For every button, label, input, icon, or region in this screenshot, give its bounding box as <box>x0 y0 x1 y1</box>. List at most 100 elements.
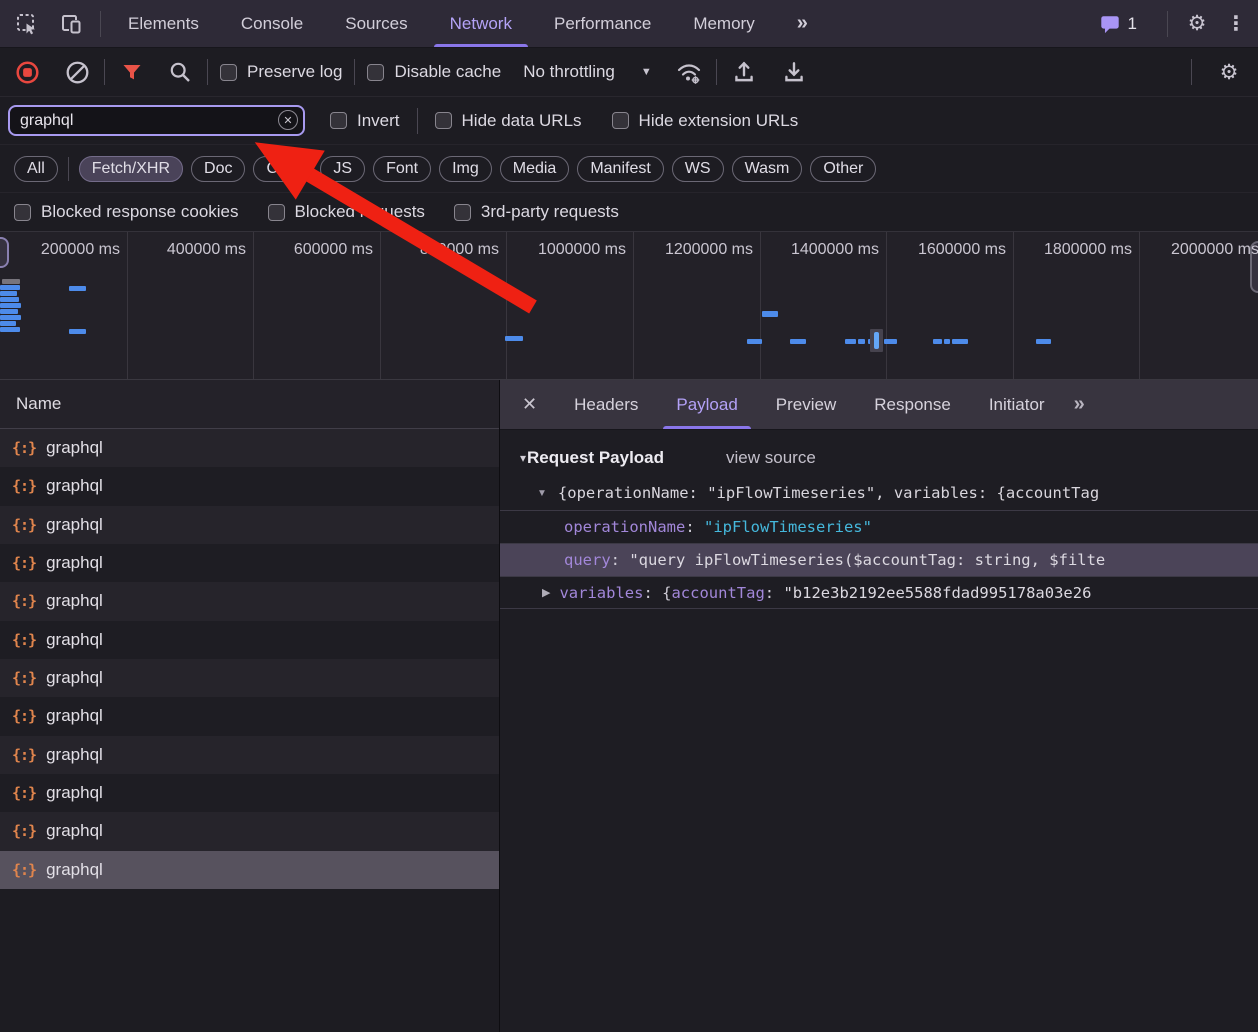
details-tab-headers[interactable]: Headers <box>555 380 657 429</box>
inspect-element-button[interactable] <box>12 9 42 39</box>
close-details-button[interactable]: ✕ <box>500 394 555 415</box>
blocked-requests-toggle[interactable]: Blocked requests <box>267 202 425 222</box>
blocked-response-cookies-checkbox[interactable] <box>14 203 31 221</box>
request-row[interactable]: {:} graphql <box>0 543 499 583</box>
tab-network[interactable]: Network <box>429 0 533 47</box>
filter-chip-media[interactable]: Media <box>499 155 570 182</box>
settings-button[interactable]: ⚙ <box>1182 9 1212 39</box>
toolbar-divider <box>1167 10 1168 37</box>
3rd-party-requests-checkbox[interactable] <box>453 203 471 221</box>
request-row[interactable]: {:} graphql <box>0 697 499 736</box>
network-settings-button[interactable]: ⚙ <box>1214 57 1244 87</box>
waterfall-bar <box>2 279 20 284</box>
request-row[interactable]: {:} graphql <box>0 812 499 851</box>
disable-cache-checkbox[interactable] <box>367 63 385 81</box>
network-overview-timeline[interactable]: 200000 ms 400000 ms 600000 ms 800000 ms 1000… <box>0 232 1258 380</box>
request-row[interactable]: {:} graphql <box>0 429 499 468</box>
details-tab-payload[interactable]: Payload <box>657 380 756 429</box>
network-conditions-button[interactable] <box>674 57 704 87</box>
more-panels-chevron-icon[interactable]: » <box>776 0 829 47</box>
request-row[interactable]: {:} graphql <box>0 735 499 774</box>
device-toolbar-button[interactable] <box>56 9 86 39</box>
expand-triangle-icon[interactable]: ▼ <box>537 488 547 499</box>
payload-row[interactable]: operationName: "ipFlowTimeseries" <box>500 510 1258 543</box>
view-source-link[interactable]: view source <box>726 448 816 468</box>
filter-chip-img[interactable]: Img <box>439 155 492 182</box>
request-row[interactable]: {:} graphql <box>0 850 499 889</box>
preserve-log-checkbox[interactable] <box>220 63 237 81</box>
kebab-menu-button[interactable]: ⋮ <box>1226 11 1246 36</box>
payload-token-key: operationName <box>564 518 686 536</box>
throttling-select[interactable]: No throttling ▼ <box>523 62 652 82</box>
payload-token-val: "query ipFlowTimeseries($accountTag: str… <box>629 551 1106 569</box>
tab-elements[interactable]: Elements <box>107 0 220 47</box>
import-har-button[interactable] <box>729 57 759 87</box>
issues-button[interactable]: 1 <box>1099 13 1137 35</box>
hide-extension-urls-checkbox[interactable] <box>611 112 629 129</box>
name-column-header[interactable]: Name <box>0 380 499 429</box>
request-row[interactable]: {:} graphql <box>0 620 499 659</box>
json-braces-icon: {:} <box>12 822 37 841</box>
filter-input[interactable] <box>10 111 303 130</box>
message-bubble-icon <box>1100 15 1119 33</box>
tab-memory[interactable]: Memory <box>672 0 775 47</box>
tab-sources[interactable]: Sources <box>324 0 428 47</box>
filter-chip-doc[interactable]: Doc <box>191 155 246 182</box>
request-row[interactable]: {:} graphql <box>0 773 499 813</box>
payload-row[interactable]: ▶ variables: {accountTag: "b12e3b2192ee55… <box>500 576 1258 609</box>
waterfall-bar <box>0 285 20 290</box>
chevron-down-icon: ▼ <box>640 66 652 78</box>
blocked-requests-checkbox[interactable] <box>267 203 285 221</box>
preserve-log-toggle[interactable]: Preserve log <box>220 62 342 82</box>
request-type-filters: All Fetch/XHR Doc CSS JS Font Img Media Manifest… <box>0 145 1258 193</box>
request-row[interactable]: {:} graphql <box>0 467 499 506</box>
3rd-party-requests-toggle[interactable]: 3rd-party requests <box>453 202 619 222</box>
filter-chip-manifest[interactable]: Manifest <box>577 155 664 182</box>
request-row[interactable]: {:} graphql <box>0 505 499 544</box>
upload-icon <box>735 61 753 82</box>
json-braces-icon: {:} <box>12 554 37 573</box>
request-row[interactable]: {:} graphql <box>0 582 499 621</box>
filter-chip-css[interactable]: CSS <box>253 155 313 182</box>
section-collapse-triangle-icon[interactable]: ▾ <box>520 451 526 465</box>
filter-chip-js[interactable]: JS <box>320 155 366 182</box>
payload-preview-line[interactable]: ▼ {operationName: "ipFlowTimeseries", va… <box>500 476 1258 510</box>
details-tab-initiator[interactable]: Initiator <box>970 380 1064 429</box>
details-tab-preview[interactable]: Preview <box>757 380 855 429</box>
filter-chip-wasm[interactable]: Wasm <box>731 155 803 182</box>
blocked-requests-label: Blocked requests <box>294 202 425 221</box>
export-har-button[interactable] <box>779 57 809 87</box>
waterfall-bar <box>69 329 86 334</box>
record-button[interactable] <box>12 57 42 87</box>
filter-chip-other[interactable]: Other <box>810 155 877 182</box>
filter-toggle-button[interactable] <box>117 57 147 87</box>
filter-chip-ws[interactable]: WS <box>671 155 724 182</box>
clear-filter-button[interactable]: ✕ <box>278 110 298 130</box>
search-button[interactable] <box>165 57 195 87</box>
invert-checkbox[interactable] <box>330 112 347 129</box>
more-tabs-chevron-icon[interactable]: » <box>1074 393 1085 416</box>
details-tab-response[interactable]: Response <box>855 380 970 429</box>
blocked-response-cookies-toggle[interactable]: Blocked response cookies <box>14 202 239 222</box>
payload-section-title: Request Payload <box>527 448 665 467</box>
hide-extension-urls-toggle[interactable]: Hide extension URLs <box>611 111 798 131</box>
json-braces-icon: {:} <box>12 515 37 534</box>
expand-triangle-icon[interactable]: ▶ <box>542 586 550 599</box>
payload-row[interactable]: query: "query ipFlowTimeseries($accountT… <box>500 543 1258 576</box>
waterfall-bar <box>505 336 523 341</box>
filter-chip-all[interactable]: All <box>14 155 58 182</box>
clear-button[interactable] <box>62 57 92 87</box>
request-row[interactable]: {:} graphql <box>0 658 499 698</box>
filter-chip-font[interactable]: Font <box>373 155 432 182</box>
hide-data-urls-toggle[interactable]: Hide data URLs <box>434 111 582 131</box>
tab-performance[interactable]: Performance <box>533 0 672 47</box>
advanced-filters-row: Blocked response cookies Blocked requests… <box>0 193 1258 232</box>
filter-chip-fetch-xhr[interactable]: Fetch/XHR <box>78 155 184 182</box>
request-name: graphql <box>46 629 103 649</box>
hide-data-urls-checkbox[interactable] <box>434 112 452 129</box>
disable-cache-toggle[interactable]: Disable cache <box>367 62 501 82</box>
search-icon <box>170 62 190 82</box>
invert-toggle[interactable]: Invert <box>330 111 400 131</box>
request-name: graphql <box>46 783 103 803</box>
tab-console[interactable]: Console <box>220 0 324 47</box>
